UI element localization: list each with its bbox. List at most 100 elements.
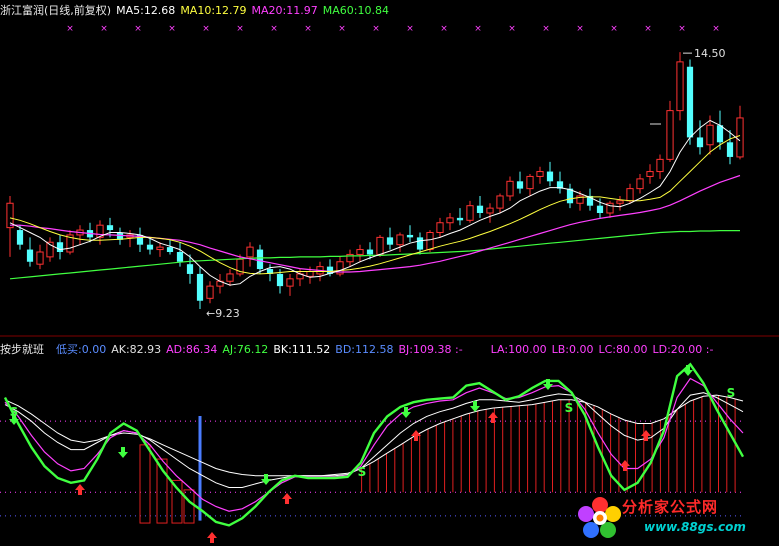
ma10-line <box>9 135 741 275</box>
indicator-value-aj: AJ:76.12 <box>222 343 269 356</box>
top-marker: × <box>236 24 244 34</box>
ma20-value: MA20:11.97 <box>251 4 318 17</box>
top-marker: × <box>202 24 210 34</box>
histogram-box <box>139 444 151 524</box>
top-marker: × <box>406 24 414 34</box>
top-marker: × <box>304 24 312 34</box>
candle-body <box>306 271 314 277</box>
stock-chart[interactable]: × × × × × × × × × × × × × × × × × × × × 14.50 ←9.23 S S S S <box>0 0 779 546</box>
candle-body <box>416 237 424 250</box>
candle-body <box>26 249 34 262</box>
indicator-value-ak: AK:82.93 <box>111 343 162 356</box>
candle-body <box>106 225 114 231</box>
candle-body <box>506 180 514 197</box>
top-marker: × <box>338 24 346 34</box>
candle-body <box>536 171 544 177</box>
candle-body <box>706 124 714 146</box>
ma5-value: MA5:12.68 <box>116 4 176 17</box>
aj-line <box>4 392 744 488</box>
candle-body <box>56 242 64 252</box>
indicator-value-lc: LC:80.00 <box>598 343 648 356</box>
watermark-url: www.88gs.com <box>644 520 746 534</box>
candle-body <box>546 171 554 182</box>
candle-body <box>356 249 364 255</box>
candle-body <box>656 158 664 173</box>
top-marker: × <box>678 24 686 34</box>
candle-body <box>186 264 194 274</box>
candle-body <box>696 137 704 148</box>
candle-body <box>406 234 414 238</box>
candle-body <box>246 246 254 258</box>
watermark-name: 分析家公式网 <box>622 498 719 516</box>
ma5-line <box>9 119 741 286</box>
candle-body <box>456 217 464 221</box>
candle-body <box>256 249 264 270</box>
stock-name-label: 浙江富润(日线,前复权) <box>0 4 112 17</box>
candle-body <box>376 236 384 255</box>
indicator-value-lb: LB:0.00 <box>551 343 594 356</box>
candle-body <box>676 61 684 112</box>
flower-logo-icon <box>578 497 621 538</box>
candle-body <box>206 285 214 299</box>
candle-body <box>736 117 744 158</box>
top-marker: × <box>168 24 176 34</box>
top-marker: × <box>576 24 584 34</box>
watermark-logo: 分析家公式网 www.88gs.com <box>578 492 776 544</box>
candle-body <box>516 181 524 189</box>
candle-body <box>276 273 284 287</box>
candle-body <box>156 246 164 251</box>
top-marker: × <box>372 24 380 34</box>
candle-body <box>686 66 694 138</box>
top-marker: × <box>440 24 448 34</box>
sell-arrow-icon <box>118 447 128 458</box>
indicator-value-bk: BK:111.52 <box>273 343 331 356</box>
top-marker: × <box>508 24 516 34</box>
candle-body <box>166 247 174 252</box>
candle-body <box>386 237 394 245</box>
histogram-box <box>183 489 195 524</box>
top-marker: × <box>270 24 278 34</box>
candle-body <box>286 278 294 287</box>
low-price-label: ←9.23 <box>206 307 240 320</box>
candle-body <box>526 175 534 190</box>
candle-body <box>426 232 434 251</box>
candle-body <box>596 205 604 213</box>
candle-body <box>436 222 444 233</box>
candle-body <box>716 125 724 143</box>
indicator-value-la: LA:100.00 <box>490 343 547 356</box>
top-marker: × <box>474 24 482 34</box>
high-price-label: 14.50 <box>694 47 726 60</box>
top-marker: × <box>542 24 550 34</box>
top-marker: × <box>610 24 618 34</box>
candle-body <box>646 171 654 177</box>
ma10-value: MA10:12.79 <box>180 4 247 17</box>
buy-arrow-icon <box>75 484 85 495</box>
indicator-value-ld: LD:20.00 :- <box>652 343 714 356</box>
buy-arrow-icon <box>207 532 217 543</box>
ma60-value: MA60:10.84 <box>322 4 389 17</box>
indicator-name: 按步就班 <box>0 343 44 356</box>
candle-body <box>496 195 504 209</box>
candle-body <box>396 234 404 246</box>
candle-body <box>616 200 624 204</box>
candle-body <box>36 251 44 265</box>
top-marker: × <box>100 24 108 34</box>
indicator-value-ad: AD:86.34 <box>166 343 218 356</box>
candle-body <box>626 188 634 202</box>
s-signal-mark: S <box>358 465 367 479</box>
top-marker: × <box>644 24 652 34</box>
candle-body <box>476 205 484 213</box>
candle-body <box>666 110 674 160</box>
indicator-value-bj: BJ:109.38 :- <box>398 343 463 356</box>
indicator-value-bd: BD:112.58 <box>335 343 394 356</box>
main-chart-header: 浙江富润(日线,前复权) MA5:12.68 MA10:12.79 MA20:11.9… <box>0 2 394 18</box>
indicator-value-buy: 低买:0.00 <box>56 343 107 356</box>
candle-body <box>16 230 24 245</box>
candle-body <box>726 142 734 157</box>
indicator-header: 按步就班 低买:0.00 AK:82.93 AD:86.34 AJ:76.12 BK:11… <box>0 341 718 357</box>
candle-body <box>466 205 474 221</box>
candle-body <box>366 249 374 255</box>
candle-body <box>486 207 494 214</box>
top-marker: × <box>134 24 142 34</box>
candle-body <box>196 273 204 301</box>
